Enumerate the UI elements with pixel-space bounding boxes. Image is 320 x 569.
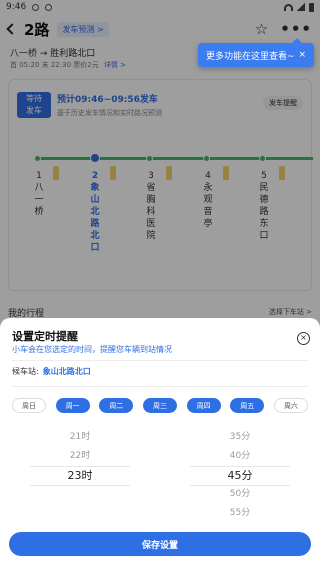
minute-picker[interactable]: 35分 40分 45分 50分 55分 [190, 428, 290, 523]
picker-line [30, 485, 130, 486]
picker-line [30, 466, 130, 467]
hour-option[interactable]: 21时 [30, 428, 130, 447]
waiting-stop-label: 候车站: [12, 367, 39, 376]
save-settings-button[interactable]: 保存设置 [9, 532, 311, 556]
sheet-title: 设置定时提醒 [12, 330, 78, 343]
close-icon[interactable]: × [297, 332, 310, 345]
minute-option-selected[interactable]: 45分 [190, 466, 290, 485]
timed-reminder-sheet: 设置定时提醒 小车会在您选定的时间，提醒您车辆到站情况 × 候车站: 象山北路北口… [0, 318, 320, 569]
minute-option[interactable]: 55分 [190, 504, 290, 523]
tooltip-close-icon[interactable]: × [298, 50, 306, 60]
day-wednesday[interactable]: 周三 [142, 398, 177, 413]
hour-option[interactable]: 22时 [30, 447, 130, 466]
day-sunday[interactable]: 周日 [12, 398, 46, 413]
minute-option[interactable]: 35分 [190, 428, 290, 447]
waiting-stop-row: 候车站: 象山北路北口 [12, 366, 91, 377]
minute-option[interactable]: 50分 [190, 485, 290, 504]
sheet-subtitle: 小车会在您选定的时间，提醒您车辆到站情况 [12, 345, 172, 354]
day-thursday[interactable]: 周四 [186, 398, 221, 413]
divider [12, 386, 308, 387]
day-friday[interactable]: 周五 [230, 398, 265, 413]
hour-option-selected[interactable]: 23时 [30, 466, 130, 485]
feature-tooltip: 更多功能在这里查看~ × [198, 38, 314, 67]
waiting-stop-value: 象山北路北口 [42, 367, 91, 376]
day-tuesday[interactable]: 周二 [99, 398, 134, 413]
weekday-selector: 周日 周一 周二 周三 周四 周五 周六 [12, 398, 308, 413]
hour-picker[interactable]: 21时 22时 23时 [30, 428, 130, 485]
picker-line [190, 466, 290, 467]
day-monday[interactable]: 周一 [55, 398, 90, 413]
tooltip-text: 更多功能在这里查看~ [206, 51, 295, 62]
day-saturday[interactable]: 周六 [273, 398, 308, 413]
picker-line [190, 485, 290, 486]
minute-option[interactable]: 40分 [190, 447, 290, 466]
divider [12, 360, 308, 361]
